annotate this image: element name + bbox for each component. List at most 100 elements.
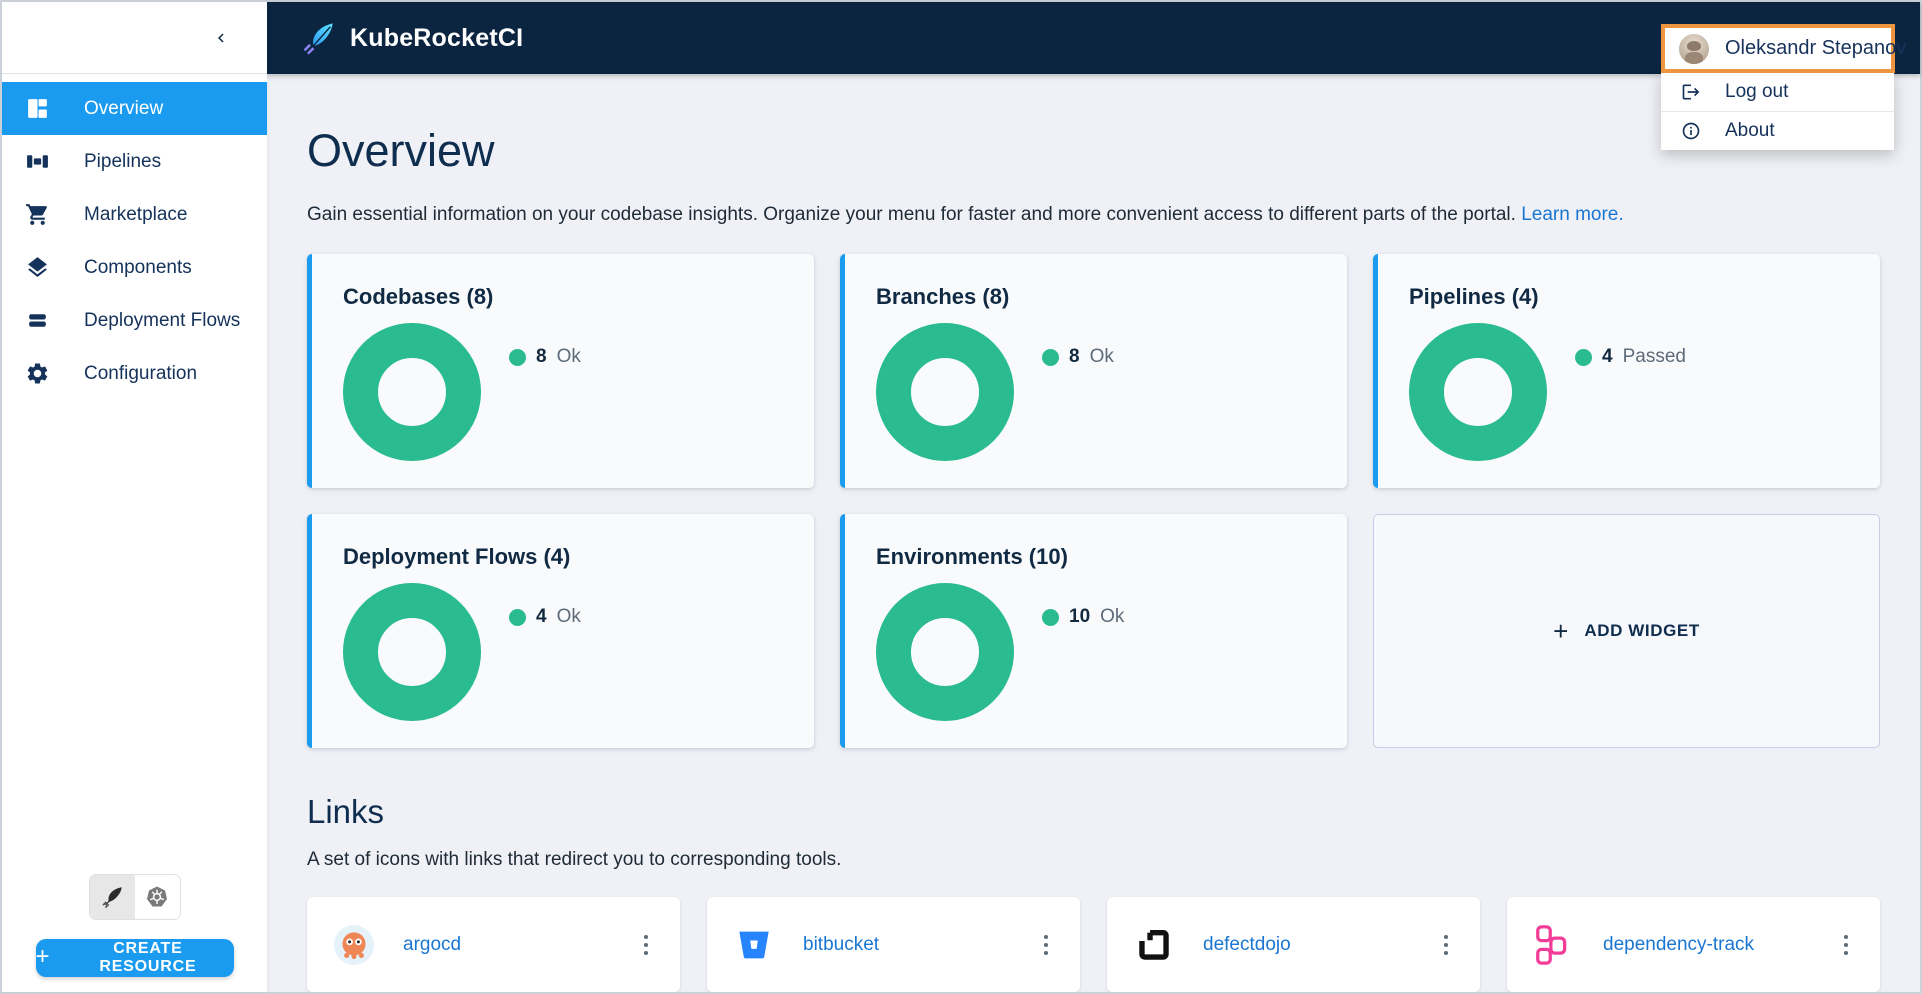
legend-status: Ok <box>1090 346 1114 368</box>
sidebar-collapse-button[interactable] <box>205 22 237 54</box>
chart-legend: 10 Ok <box>1042 605 1124 629</box>
sidebar-item-marketplace[interactable]: Marketplace <box>2 188 267 241</box>
legend-count: 8 <box>536 346 547 368</box>
page-title: Overview <box>307 122 1880 180</box>
configuration-gear-icon <box>24 360 51 387</box>
link-card-defectdojo: defectdojo <box>1107 897 1480 992</box>
plus-icon: + <box>1553 616 1568 647</box>
user-name: Oleksandr Stepanov <box>1725 37 1906 60</box>
sidebar-footer: + CREATE RESOURCE <box>2 874 267 992</box>
legend-dot <box>509 609 526 626</box>
legend-status: Passed <box>1623 346 1686 368</box>
menu-item-label: About <box>1725 120 1775 142</box>
chart-legend: 8 Ok <box>509 345 581 369</box>
brand[interactable]: KubeRocketCI <box>300 20 523 56</box>
sidebar-item-label: Configuration <box>84 363 197 385</box>
sidebar-header <box>2 2 267 74</box>
legend-count: 10 <box>1069 606 1090 628</box>
widget-pipelines: Pipelines (4) 4 Passed <box>1373 254 1880 488</box>
sidebar-item-configuration[interactable]: Configuration <box>2 347 267 400</box>
overview-icon <box>24 95 51 122</box>
chart-legend: 8 Ok <box>1042 345 1114 369</box>
widget-branches: Branches (8) 8 Ok <box>840 254 1347 488</box>
main-column: KubeRocketCI Oleksandr Stepanov Log out … <box>267 2 1920 992</box>
widget-title: Codebases (8) <box>343 284 786 310</box>
kebab-menu-icon[interactable] <box>638 929 654 961</box>
widget-deployment-flows: Deployment Flows (4) 4 Ok <box>307 514 814 748</box>
legend-status: Ok <box>557 346 581 368</box>
links-section-title: Links <box>307 790 1880 834</box>
user-menu-button[interactable]: Oleksandr Stepanov <box>1661 24 1895 73</box>
tool-link[interactable]: dependency-track <box>1603 934 1754 956</box>
donut-chart <box>876 583 1014 721</box>
page-description-text: Gain essential information on your codeb… <box>307 204 1516 225</box>
kebab-menu-icon[interactable] <box>1438 929 1454 961</box>
sidebar-item-components[interactable]: Components <box>2 241 267 294</box>
argocd-icon <box>333 924 375 966</box>
dependency-track-icon <box>1533 924 1575 966</box>
pipelines-icon <box>24 148 51 175</box>
sidebar-nav: Overview Pipelines Marketplace Component… <box>2 74 267 400</box>
kebab-menu-icon[interactable] <box>1838 929 1854 961</box>
legend-count: 8 <box>1069 346 1080 368</box>
plus-icon: + <box>36 945 51 969</box>
add-widget-button[interactable]: + ADD WIDGET <box>1373 514 1880 748</box>
sidebar-item-label: Deployment Flows <box>84 310 240 332</box>
quill-theme-button[interactable] <box>90 875 135 919</box>
menu-item-logout[interactable]: Log out <box>1661 72 1894 111</box>
sidebar-item-label: Components <box>84 257 192 279</box>
sidebar-item-label: Overview <box>84 98 163 120</box>
page-content: Overview Gain essential information on y… <box>267 74 1920 992</box>
brand-name: KubeRocketCI <box>350 24 523 53</box>
sidebar-item-overview[interactable]: Overview <box>2 82 267 135</box>
sidebar-item-label: Marketplace <box>84 204 188 226</box>
chevron-left-icon <box>212 29 230 47</box>
tool-link[interactable]: bitbucket <box>803 934 879 956</box>
learn-more-link[interactable]: Learn more. <box>1521 204 1623 225</box>
add-widget-label: ADD WIDGET <box>1584 621 1700 641</box>
deployment-flows-icon <box>24 307 51 334</box>
menu-item-label: Log out <box>1725 81 1788 103</box>
chart-legend: 4 Passed <box>1575 345 1686 369</box>
quill-icon <box>99 884 125 910</box>
link-card-argocd: argocd <box>307 897 680 992</box>
links-grid: argocd bitbucket defectdojo <box>307 897 1880 992</box>
widget-title: Deployment Flows (4) <box>343 544 786 570</box>
donut-chart <box>1409 323 1547 461</box>
bitbucket-icon <box>733 924 775 966</box>
chart-legend: 4 Ok <box>509 605 581 629</box>
sidebar-item-label: Pipelines <box>84 151 161 173</box>
widget-title: Pipelines (4) <box>1409 284 1852 310</box>
donut-chart <box>343 583 481 721</box>
kuberocketci-logo-icon <box>300 20 336 56</box>
widget-environments: Environments (10) 10 Ok <box>840 514 1347 748</box>
kebab-menu-icon[interactable] <box>1038 929 1054 961</box>
kubernetes-theme-button[interactable] <box>135 875 180 919</box>
legend-dot <box>1042 609 1059 626</box>
legend-dot <box>1042 349 1059 366</box>
create-resource-button[interactable]: + CREATE RESOURCE <box>36 939 234 977</box>
theme-toggle-group <box>89 874 181 920</box>
tool-link[interactable]: argocd <box>403 934 461 956</box>
legend-status: Ok <box>1100 606 1124 628</box>
user-dropdown-menu: Log out About <box>1661 72 1894 150</box>
app-window: Overview Pipelines Marketplace Component… <box>0 0 1922 994</box>
marketplace-cart-icon <box>24 201 51 228</box>
components-layers-icon <box>24 254 51 281</box>
link-card-dependency-track: dependency-track <box>1507 897 1880 992</box>
link-card-bitbucket: bitbucket <box>707 897 1080 992</box>
defectdojo-icon <box>1133 924 1175 966</box>
logout-icon <box>1681 82 1701 102</box>
kubernetes-icon <box>145 885 169 909</box>
avatar <box>1679 34 1709 64</box>
create-resource-label: CREATE RESOURCE <box>62 940 233 976</box>
legend-dot <box>509 349 526 366</box>
menu-item-about[interactable]: About <box>1661 111 1894 150</box>
tool-link[interactable]: defectdojo <box>1203 934 1291 956</box>
sidebar-item-deployment-flows[interactable]: Deployment Flows <box>2 294 267 347</box>
widget-codebases: Codebases (8) 8 Ok <box>307 254 814 488</box>
sidebar-item-pipelines[interactable]: Pipelines <box>2 135 267 188</box>
donut-chart <box>343 323 481 461</box>
legend-count: 4 <box>536 606 547 628</box>
widget-title: Branches (8) <box>876 284 1319 310</box>
